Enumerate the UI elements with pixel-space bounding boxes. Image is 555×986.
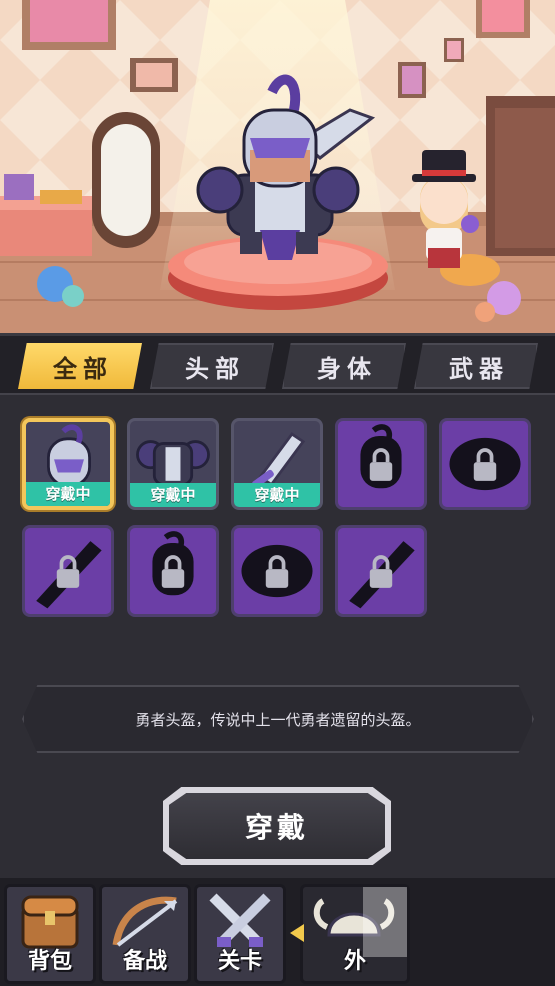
locked-slot[interactable] bbox=[335, 418, 427, 510]
locked-slot[interactable] bbox=[335, 525, 427, 617]
nav-appearance-label: 外 bbox=[343, 949, 366, 974]
nav-stages[interactable]: 关卡 bbox=[194, 884, 286, 984]
tab-head-label: 头部 bbox=[185, 354, 245, 383]
nav-prepare-label: 备战 bbox=[122, 949, 167, 974]
locked-slot[interactable] bbox=[439, 418, 531, 510]
item-description: 勇者头盔，传说中上一代勇者遗留的头盔。 bbox=[22, 685, 534, 753]
locked-slot[interactable] bbox=[22, 525, 114, 617]
tab-all[interactable]: 全部 bbox=[18, 343, 142, 389]
room-illustration bbox=[0, 0, 555, 333]
locked-sword-icon bbox=[36, 541, 102, 609]
bottom-nav: 背包 备战 关卡 外 bbox=[0, 878, 555, 986]
tab-head[interactable]: 头部 bbox=[150, 343, 274, 389]
character-display-scene bbox=[0, 0, 555, 333]
tab-weapon-label: 武器 bbox=[449, 354, 509, 383]
equipped-badge: 穿戴中 bbox=[234, 483, 320, 507]
equipped-badge: 穿戴中 bbox=[26, 482, 110, 506]
nav-appearance[interactable]: 外 bbox=[300, 884, 410, 984]
locked-armor-icon bbox=[241, 544, 313, 598]
locked-slot[interactable] bbox=[231, 525, 323, 617]
nav-backpack-label: 背包 bbox=[27, 949, 72, 974]
equip-button-label: 穿戴 bbox=[169, 793, 385, 859]
locked-armor-icon bbox=[449, 437, 521, 491]
nav-prepare[interactable]: 备战 bbox=[99, 884, 191, 984]
locked-sword-icon bbox=[349, 541, 415, 609]
equipment-screen: { "tabs": [ {"label": "全部", "active": tr… bbox=[0, 0, 555, 986]
nav-backpack[interactable]: 背包 bbox=[4, 884, 96, 984]
locked-helmet-icon bbox=[360, 424, 402, 489]
locked-slot[interactable] bbox=[127, 525, 219, 617]
category-tab-bar: 全部 头部 身体 武器 bbox=[0, 333, 555, 393]
equip-button[interactable]: 穿戴 bbox=[163, 787, 391, 865]
tab-divider bbox=[0, 393, 555, 395]
tab-weapon[interactable]: 武器 bbox=[414, 343, 538, 389]
equipment-slot-sword[interactable]: 穿戴中 bbox=[231, 418, 323, 510]
equipment-panel: 全部 头部 身体 武器 穿戴中 穿戴中 穿戴中 勇者头盔，传说中上一代勇者遗留的… bbox=[0, 333, 555, 878]
locked-helmet-icon bbox=[152, 531, 194, 596]
equipment-slot-helmet[interactable]: 穿戴中 bbox=[22, 418, 114, 510]
tab-body-label: 身体 bbox=[317, 354, 377, 383]
tab-body[interactable]: 身体 bbox=[282, 343, 406, 389]
equipment-slot-armor[interactable]: 穿戴中 bbox=[127, 418, 219, 510]
nav-pointer-icon bbox=[290, 924, 304, 942]
nav-stages-label: 关卡 bbox=[217, 949, 262, 974]
equipped-badge: 穿戴中 bbox=[130, 483, 216, 507]
tab-all-label: 全部 bbox=[53, 354, 113, 383]
